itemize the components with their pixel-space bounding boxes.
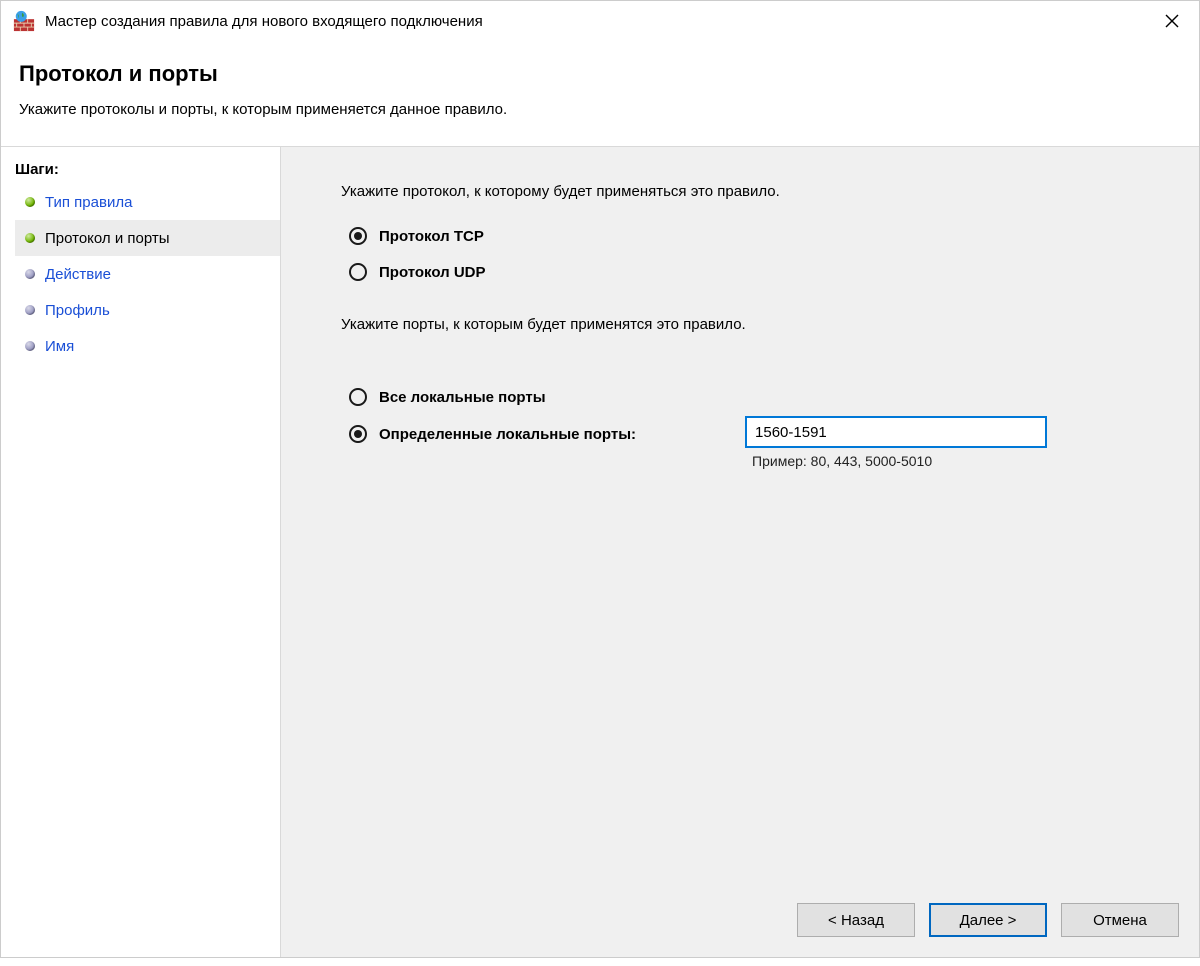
specific-ports-input[interactable] (746, 417, 1046, 447)
steps-sidebar: Шаги: Тип правила Протокол и порты Дейст… (1, 147, 281, 957)
radio-label: Протокол TCP (379, 228, 484, 245)
step-bullet-icon (25, 269, 35, 279)
radio-specific-ports[interactable]: Определенные локальные порты: (349, 417, 636, 451)
step-label: Тип правила (45, 194, 132, 211)
radio-label: Определенные локальные порты: (379, 426, 636, 443)
ports-instruction: Укажите порты, к которым будет применятс… (341, 316, 1163, 333)
steps-heading: Шаги: (15, 157, 280, 184)
step-bullet-icon (25, 341, 35, 351)
page-subtitle: Укажите протоколы и порты, к которым при… (19, 101, 1181, 118)
step-label: Профиль (45, 302, 110, 319)
cancel-button[interactable]: Отмена (1061, 903, 1179, 937)
radio-icon (349, 263, 367, 281)
step-bullet-icon (25, 197, 35, 207)
radio-label: Протокол UDP (379, 264, 486, 281)
step-label: Протокол и порты (45, 230, 170, 247)
step-action[interactable]: Действие (15, 256, 280, 292)
ports-example-text: Пример: 80, 443, 5000-5010 (746, 453, 1046, 469)
window-title: Мастер создания правила для нового входя… (45, 13, 1149, 30)
wizard-header: Протокол и порты Укажите протоколы и пор… (1, 41, 1199, 128)
radio-icon (349, 388, 367, 406)
wizard-footer: < Назад Далее > Отмена (797, 903, 1179, 937)
back-button[interactable]: < Назад (797, 903, 915, 937)
step-bullet-icon (25, 233, 35, 243)
titlebar: Мастер создания правила для нового входя… (1, 1, 1199, 41)
wizard-main: Укажите протокол, к которому будет приме… (281, 147, 1199, 957)
ports-radio-group: Все локальные порты Определенные локальн… (349, 377, 1163, 469)
protocol-instruction: Укажите протокол, к которому будет приме… (341, 183, 1163, 200)
radio-label: Все локальные порты (379, 389, 546, 406)
firewall-icon (13, 10, 35, 32)
wizard-window: Мастер создания правила для нового входя… (0, 0, 1200, 958)
radio-tcp[interactable]: Протокол TCP (349, 218, 1163, 254)
step-label: Действие (45, 266, 111, 283)
radio-udp[interactable]: Протокол UDP (349, 254, 1163, 290)
next-button[interactable]: Далее > (929, 903, 1047, 937)
step-label: Имя (45, 338, 74, 355)
wizard-body: Шаги: Тип правила Протокол и порты Дейст… (1, 147, 1199, 957)
radio-all-ports[interactable]: Все локальные порты (349, 377, 1163, 417)
step-name[interactable]: Имя (15, 328, 280, 364)
step-protocol-ports[interactable]: Протокол и порты (15, 220, 280, 256)
page-title: Протокол и порты (19, 61, 1181, 87)
radio-icon (349, 227, 367, 245)
step-profile[interactable]: Профиль (15, 292, 280, 328)
step-rule-type[interactable]: Тип правила (15, 184, 280, 220)
close-button[interactable] (1149, 5, 1195, 37)
close-icon (1165, 14, 1179, 28)
protocol-radio-group: Протокол TCP Протокол UDP (349, 218, 1163, 290)
step-bullet-icon (25, 305, 35, 315)
radio-icon (349, 425, 367, 443)
